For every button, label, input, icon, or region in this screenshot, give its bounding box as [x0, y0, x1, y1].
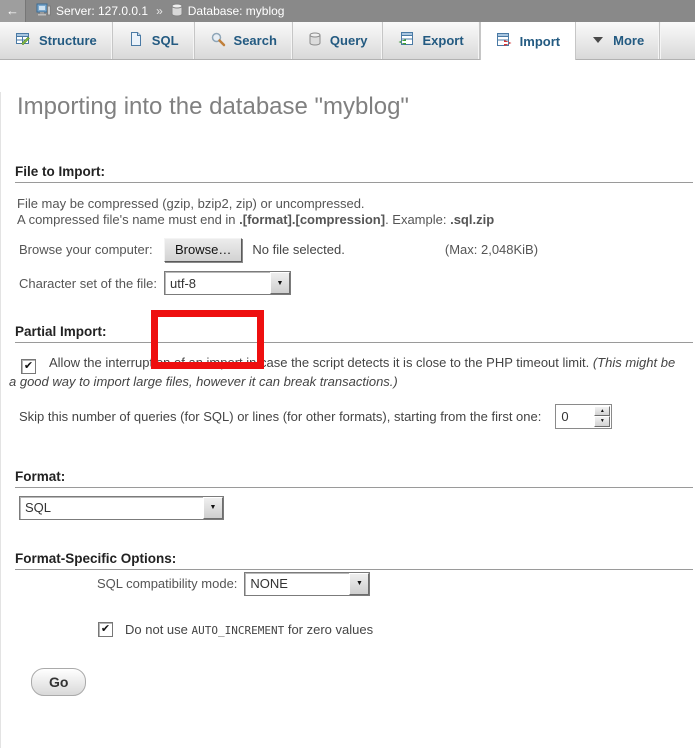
breadcrumb-separator: » [156, 4, 163, 18]
auto-increment-row: ✔ Do not use AUTO_INCREMENT for zero val… [98, 622, 695, 637]
tab-more[interactable]: More [576, 22, 660, 59]
tab-sql[interactable]: SQL [113, 22, 195, 59]
tab-bar: Structure SQL Search Query Export Import [0, 22, 695, 60]
skip-queries-input[interactable] [556, 405, 593, 428]
section-heading-format: Format: [15, 469, 693, 488]
charset-row: Character set of the file: utf-8 ▼ [19, 271, 695, 295]
query-icon [308, 31, 322, 50]
compression-format-pattern: .[format].[compression] [239, 212, 385, 227]
tab-label: Export [422, 33, 463, 48]
tab-bar-filler [660, 22, 695, 59]
dropdown-arrow-icon: ▼ [203, 497, 223, 519]
auto-increment-code: AUTO_INCREMENT [192, 624, 285, 637]
format-select[interactable]: SQL ▼ [19, 496, 224, 520]
page-title: Importing into the database "myblog" [17, 92, 695, 122]
tab-query[interactable]: Query [293, 22, 384, 59]
breadcrumb-bar: ← Server: 127.0.0.1 » Database: myblog [0, 0, 695, 22]
tab-label: Structure [39, 33, 97, 48]
tab-label: SQL [152, 33, 179, 48]
dropdown-arrow-icon: ▼ [349, 573, 369, 595]
search-icon [210, 31, 226, 50]
allow-interruption-text: Allow the interruption of an import in c… [49, 355, 593, 370]
sql-compatibility-label: SQL compatibility mode: [97, 576, 237, 591]
spinner-buttons: ▲ ▼ [594, 406, 610, 427]
section-heading-partial-import: Partial Import: [15, 324, 693, 343]
charset-label: Character set of the file: [19, 276, 164, 291]
spinner-up-button[interactable]: ▲ [594, 406, 610, 417]
tab-label: More [613, 33, 644, 48]
compression-help-text: File may be compressed (gzip, bzip2, zip… [17, 196, 685, 227]
breadcrumb-database-link[interactable]: Database: myblog [188, 4, 285, 18]
no-file-selected-text: No file selected. [252, 242, 345, 257]
browse-row: Browse your computer: Browse… No file se… [19, 237, 695, 262]
go-button[interactable]: Go [31, 668, 86, 696]
tab-label: Query [330, 33, 368, 48]
browse-label: Browse your computer: [19, 242, 164, 257]
format-selected-value: SQL [20, 497, 203, 519]
database-icon [171, 3, 183, 20]
back-button[interactable]: ← [0, 0, 26, 22]
skip-queries-stepper: ▲ ▼ [555, 404, 612, 429]
sql-compatibility-select[interactable]: NONE ▼ [244, 572, 370, 596]
tab-import[interactable]: Import [480, 22, 576, 60]
tab-label: Search [234, 33, 277, 48]
tab-label: Import [520, 34, 560, 49]
sql-icon [128, 31, 144, 50]
auto-increment-suffix: for zero values [284, 622, 373, 637]
charset-select[interactable]: utf-8 ▼ [164, 271, 291, 295]
chevron-down-icon [591, 33, 605, 48]
tab-export[interactable]: Export [383, 22, 479, 59]
auto-increment-prefix: Do not use [125, 622, 192, 637]
max-size-note: (Max: 2,048KiB) [445, 242, 538, 257]
breadcrumb-server-link[interactable]: Server: 127.0.0.1 [56, 4, 148, 18]
tab-search[interactable]: Search [195, 22, 293, 59]
charset-selected-value: utf-8 [165, 272, 270, 294]
export-icon [398, 31, 414, 50]
compression-line1: File may be compressed (gzip, bzip2, zip… [17, 196, 365, 211]
import-page: Importing into the database "myblog" Fil… [0, 92, 695, 748]
skip-queries-row: Skip this number of queries (for SQL) or… [19, 404, 695, 429]
compression-line2-prefix: A compressed file's name must end in [17, 212, 239, 227]
skip-queries-label: Skip this number of queries (for SQL) or… [19, 409, 541, 424]
spinner-down-button[interactable]: ▼ [594, 416, 610, 427]
breadcrumb: Server: 127.0.0.1 » Database: myblog [36, 3, 284, 20]
tab-structure[interactable]: Structure [0, 22, 113, 59]
structure-icon [15, 31, 31, 50]
import-icon [496, 32, 512, 51]
section-heading-format-options: Format-Specific Options: [15, 551, 693, 570]
auto-increment-label: Do not use AUTO_INCREMENT for zero value… [125, 622, 373, 637]
auto-increment-checkbox[interactable]: ✔ [98, 622, 113, 637]
allow-interruption-row: ✔ Allow the interruption of an import in … [9, 355, 685, 391]
allow-interruption-checkbox[interactable]: ✔ [21, 359, 36, 374]
compression-example: .sql.zip [450, 212, 494, 227]
sql-compatibility-selected-value: NONE [245, 573, 349, 595]
compression-line2-mid: . Example: [385, 212, 450, 227]
sql-compatibility-row: SQL compatibility mode: NONE ▼ [97, 572, 695, 596]
server-icon [36, 3, 51, 20]
browse-button[interactable]: Browse… [164, 238, 242, 262]
dropdown-arrow-icon: ▼ [270, 272, 290, 294]
section-heading-file-to-import: File to Import: [15, 164, 693, 183]
